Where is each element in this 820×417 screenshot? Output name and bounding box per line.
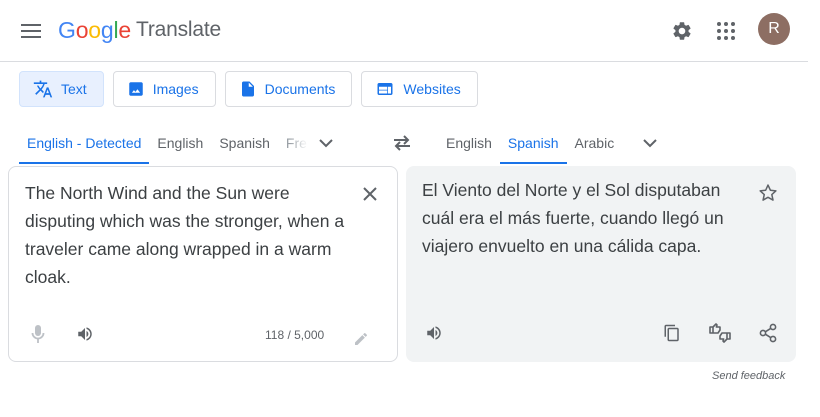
swap-languages-button[interactable] [384,128,420,158]
mode-text-label: Text [61,81,87,97]
source-text-panel: The North Wind and the Sun were disputin… [8,166,398,362]
source-lang-detected-tab[interactable]: English - Detected [19,122,150,164]
source-language-bar: English - Detected English Spanish Frenc… [19,122,344,164]
google-translate-logo[interactable]: Google Translate [58,14,221,46]
app-header: Google Translate R [0,0,808,62]
mode-text-button[interactable]: Text [19,71,104,107]
target-language-bar: English Spanish Arabic [438,122,668,164]
send-feedback-link[interactable]: Send feedback [712,370,785,382]
copy-icon [664,324,679,342]
mode-documents-label: Documents [264,81,336,97]
target-lang-spanish-tab[interactable]: Spanish [499,122,567,164]
target-lang-more-button[interactable] [632,122,668,164]
mode-images-button[interactable]: Images [112,71,216,107]
listen-source-button[interactable] [70,319,100,349]
document-icon [241,81,254,97]
speaker-icon [78,327,92,341]
clear-source-button[interactable] [353,177,387,211]
gear-icon [673,22,691,40]
google-wordmark: Google [58,16,131,43]
source-text-input[interactable]: The North Wind and the Sun were disputin… [25,179,345,291]
star-icon [759,184,777,201]
rate-translation-button[interactable] [705,318,735,348]
mode-selector: Text Images Documents Websites [19,71,478,107]
chevron-down-icon [643,138,657,147]
website-icon [377,83,393,95]
save-translation-button[interactable] [753,178,783,208]
mode-websites-button[interactable]: Websites [361,71,478,107]
apps-button[interactable] [707,12,745,50]
speaker-icon [427,326,441,340]
target-lang-english-tab[interactable]: English [438,122,500,164]
mode-documents-button[interactable]: Documents [224,71,353,107]
chevron-down-icon [319,138,333,147]
translate-icon [33,80,53,98]
mode-images-label: Images [152,81,199,97]
swap-arrows-icon [394,135,410,151]
main-menu-button[interactable] [14,14,48,48]
listen-translation-button[interactable] [419,318,449,348]
hamburger-menu-icon [21,24,41,38]
microphone-icon [31,325,45,343]
close-icon [363,187,377,201]
mode-websites-label: Websites [403,81,461,97]
translation-output: El Viento del Norte y el Sol disputaban … [422,180,724,256]
character-count: 118 / 5,000 [265,328,325,342]
source-lang-french-tab[interactable]: French [278,122,308,164]
source-lang-spanish-tab[interactable]: Spanish [211,122,278,164]
product-name: Translate [136,18,221,41]
translation-panel: El Viento del Norte y el Sol disputaban … [406,166,796,362]
source-lang-more-button[interactable] [308,122,344,164]
image-icon [128,82,143,96]
copy-translation-button[interactable] [657,318,687,348]
voice-input-button[interactable] [23,319,53,349]
source-lang-english-tab[interactable]: English [149,122,211,164]
thumbs-up-down-icon [709,323,731,343]
settings-button[interactable] [663,12,701,50]
edit-button[interactable] [349,327,373,351]
share-translation-button[interactable] [753,318,783,348]
apps-grid-icon [717,22,735,40]
account-avatar[interactable]: R [758,13,790,45]
pencil-icon [355,332,368,345]
target-lang-arabic-tab[interactable]: Arabic [567,122,623,164]
share-icon [759,323,777,343]
